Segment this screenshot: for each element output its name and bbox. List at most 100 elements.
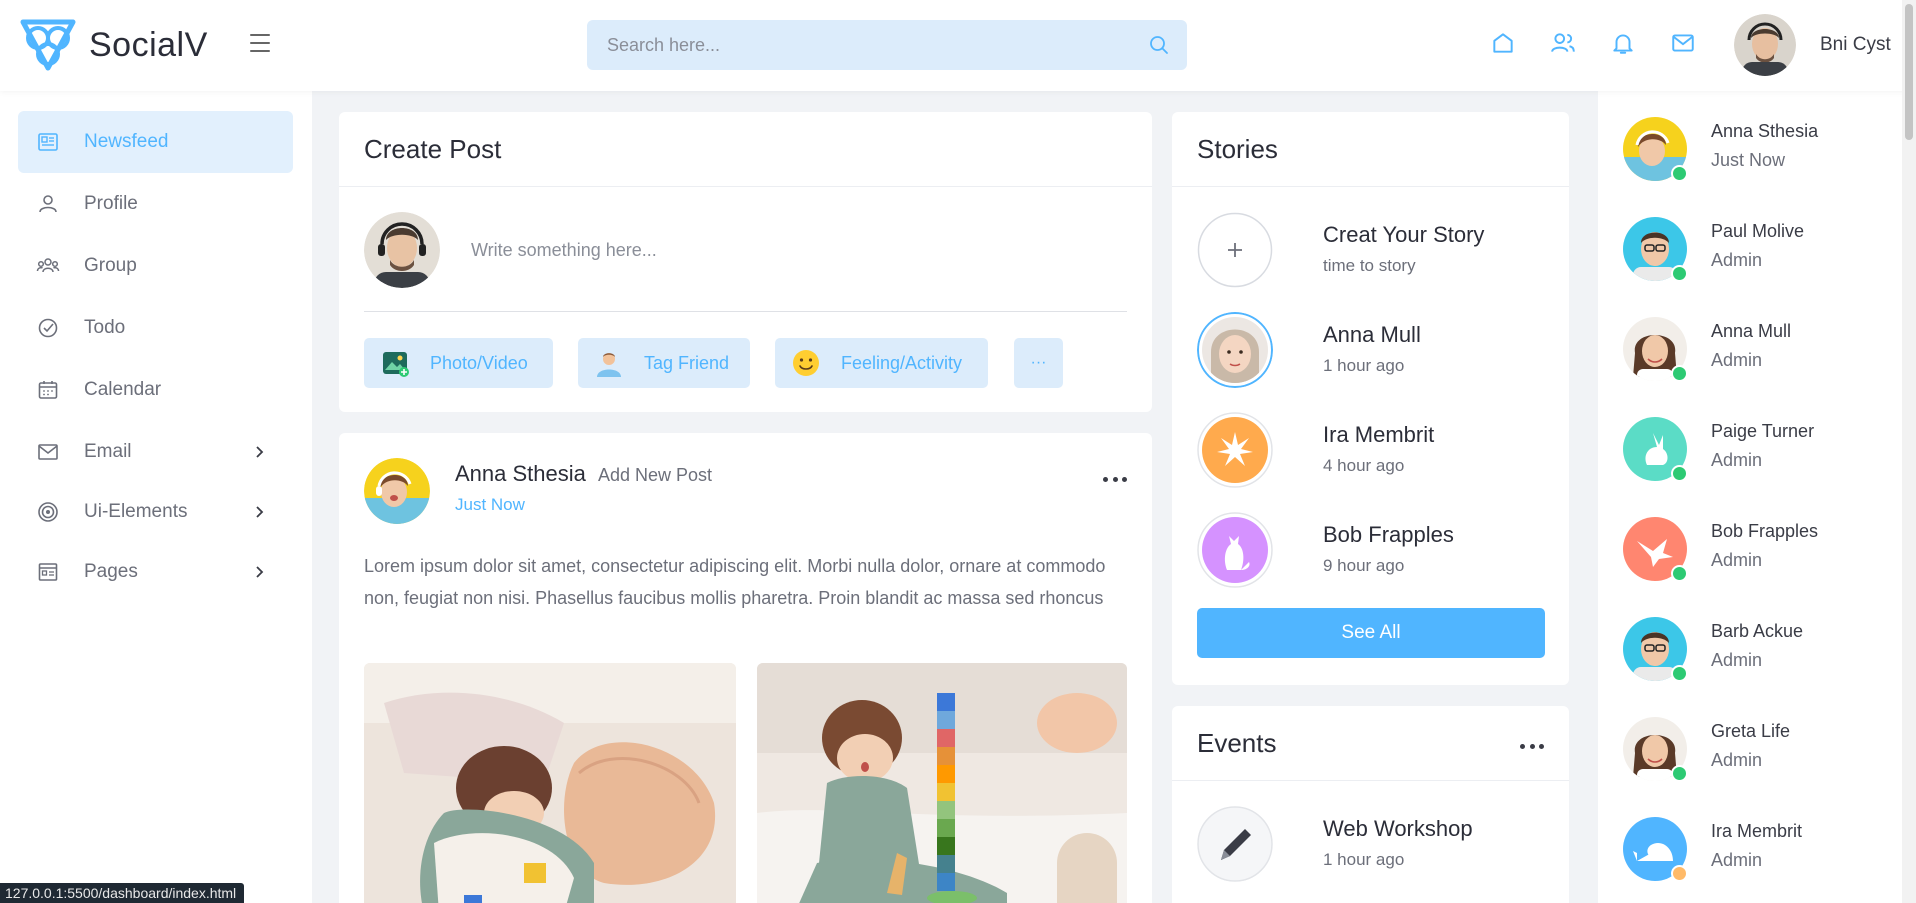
page-scrollbar[interactable]: [1902, 0, 1916, 903]
stories-title: Stories: [1197, 134, 1278, 164]
newsfeed-icon: [38, 133, 58, 151]
see-all-button[interactable]: See All: [1197, 608, 1545, 658]
divider: [1172, 186, 1569, 187]
photo-icon: [383, 352, 409, 377]
sidebar-item-calendar[interactable]: Calendar: [18, 359, 293, 421]
app-logo[interactable]: SocialV: [17, 16, 208, 74]
chevron-right-icon: [256, 566, 264, 578]
photo-video-button[interactable]: Photo/Video: [364, 338, 553, 388]
search-input[interactable]: [587, 20, 1147, 70]
story-item[interactable]: Bob Frapples 9 hour ago: [1197, 512, 1547, 592]
user-avatar: [1734, 14, 1796, 76]
contact-item[interactable]: Anna Sthesia Just Now: [1623, 117, 1883, 183]
friends-icon[interactable]: [1550, 30, 1576, 56]
contact-name: Anna Sthesia: [1711, 121, 1819, 141]
create-post-card: Create Post Photo/Video Tag Friend Feeli…: [339, 112, 1152, 412]
story-avatar: [1197, 412, 1273, 488]
contacts-sidebar: Anna Sthesia Just Now Paul Molive Admin …: [1598, 91, 1902, 903]
menu-toggle-icon[interactable]: [250, 34, 270, 52]
contact-status: Admin: [1711, 450, 1763, 470]
contact-item[interactable]: Greta Life Admin: [1623, 717, 1883, 783]
contact-status: Admin: [1711, 850, 1763, 870]
profile-icon: [39, 195, 57, 213]
contact-status: Admin: [1711, 250, 1763, 270]
contact-name: Paige Turner: [1711, 421, 1815, 441]
contact-item[interactable]: Bob Frapples Admin: [1623, 517, 1883, 583]
toy-block-tower: [937, 693, 955, 891]
browser-status-url: 127.0.0.1:5500/dashboard/index.html: [0, 883, 245, 903]
todo-icon: [38, 318, 58, 338]
event-item[interactable]: Web Workshop 1 hour ago: [1197, 806, 1547, 886]
pages-icon: [38, 563, 58, 581]
sidebar-item-ui-elements[interactable]: Ui-Elements: [18, 481, 293, 543]
post-body: Lorem ipsum dolor sit amet, consectetur …: [364, 556, 1106, 608]
app-name: SocialV: [89, 25, 208, 64]
contact-item[interactable]: Paige Turner Admin: [1623, 417, 1883, 483]
away-status-badge: [1671, 865, 1688, 882]
header-icons: [1490, 30, 1696, 56]
events-more-icon[interactable]: [1520, 742, 1544, 750]
online-status-badge: [1671, 465, 1688, 482]
sidebar-item-label: Profile: [84, 193, 138, 214]
post-more-icon[interactable]: [1103, 475, 1127, 483]
group-icon: [36, 258, 60, 273]
story-time: 1 hour ago: [1323, 356, 1405, 375]
feeling-activity-label: Feeling/Activity: [841, 352, 963, 373]
user-avatar: [364, 212, 440, 288]
contact-status: Admin: [1711, 550, 1763, 570]
divider: [364, 311, 1127, 312]
story-item[interactable]: Ira Membrit 4 hour ago: [1197, 412, 1547, 492]
sidebar-item-label: Todo: [84, 317, 126, 338]
emoji-icon: [793, 350, 819, 376]
bell-icon[interactable]: [1610, 30, 1636, 56]
contact-item[interactable]: Ira Membrit Admin: [1623, 817, 1883, 883]
mail-icon[interactable]: [1670, 30, 1696, 56]
sidebar-item-newsfeed[interactable]: Newsfeed: [18, 111, 293, 173]
sidebar-item-label: Email: [84, 441, 132, 462]
post-card: Anna Sthesia Add New Post Just Now Lorem…: [339, 433, 1152, 903]
contact-status: Admin: [1711, 350, 1763, 370]
create-post-title: Create Post: [364, 134, 502, 164]
tag-friend-label: Tag Friend: [644, 352, 730, 373]
post-time: Just Now: [455, 495, 525, 514]
sidebar-item-email[interactable]: Email: [18, 421, 293, 483]
contact-name: Paul Molive: [1711, 221, 1805, 241]
sidebar-item-profile[interactable]: Profile: [18, 173, 293, 235]
contact-item[interactable]: Anna Mull Admin: [1623, 317, 1883, 383]
contact-status: Admin: [1711, 650, 1763, 670]
story-time: 4 hour ago: [1323, 456, 1405, 475]
sidebar-item-pages[interactable]: Pages: [18, 541, 293, 603]
online-status-badge: [1671, 665, 1688, 682]
calendar-icon: [38, 381, 58, 399]
more-options-button[interactable]: ···: [1014, 338, 1063, 388]
stories-card: Stories Creat Your Story time to story A…: [1172, 112, 1569, 685]
scrollbar-thumb[interactable]: [1905, 4, 1913, 140]
email-icon: [38, 444, 58, 460]
user-menu[interactable]: Bni Cyst: [1734, 14, 1891, 76]
ui-elements-icon: [38, 502, 58, 522]
tag-friend-button[interactable]: Tag Friend: [578, 338, 750, 388]
sidebar-item-todo[interactable]: Todo: [18, 297, 293, 359]
post-input[interactable]: [471, 230, 971, 270]
contact-name: Barb Ackue: [1711, 621, 1804, 641]
post-image-2[interactable]: [757, 663, 1127, 903]
search-bar: [587, 20, 1187, 70]
story-time: time to story: [1323, 256, 1416, 275]
post-author-name[interactable]: Anna Sthesia: [455, 461, 586, 487]
contact-item[interactable]: Paul Molive Admin: [1623, 217, 1883, 283]
feeling-activity-button[interactable]: Feeling/Activity: [775, 338, 988, 388]
story-name: Bob Frapples: [1323, 522, 1454, 547]
search-icon[interactable]: [1147, 33, 1171, 57]
sidebar-item-group[interactable]: Group: [18, 235, 293, 297]
top-header: SocialV Bni Cyst: [0, 0, 1916, 91]
create-story-item[interactable]: Creat Your Story time to story: [1197, 212, 1547, 292]
contact-name: Anna Mull: [1711, 321, 1792, 341]
post-image-1[interactable]: [364, 663, 736, 903]
divider: [1172, 780, 1569, 781]
contact-name: Ira Membrit: [1711, 821, 1803, 841]
author-avatar[interactable]: [364, 458, 430, 524]
story-item[interactable]: Anna Mull 1 hour ago: [1197, 312, 1547, 392]
home-icon[interactable]: [1490, 30, 1516, 56]
contact-item[interactable]: Barb Ackue Admin: [1623, 617, 1883, 683]
add-story-icon: [1197, 212, 1273, 288]
